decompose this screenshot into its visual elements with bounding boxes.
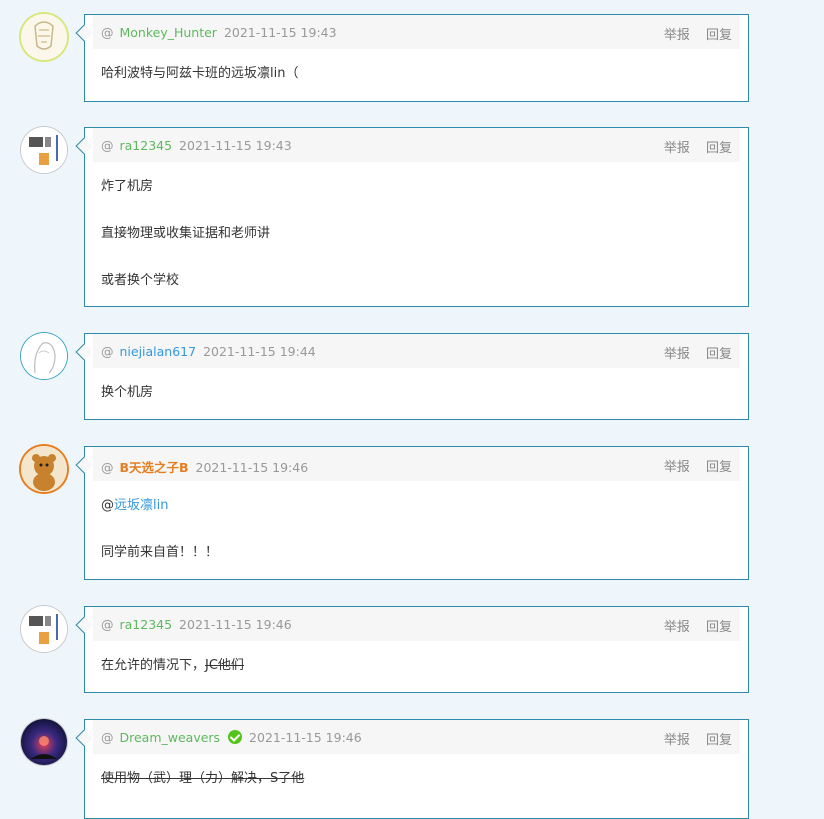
at-symbol: @ bbox=[101, 730, 114, 745]
comment-text: 直接物理或收集证据和老师讲 bbox=[101, 226, 271, 241]
comment-header: @ Dream_weavers 2021-11-15 19:46 举报 回复 bbox=[93, 720, 740, 754]
comment-actions: 举报 回复 bbox=[652, 729, 732, 748]
avatar-image bbox=[21, 127, 67, 173]
timestamp: 2021-11-15 19:46 bbox=[179, 617, 292, 632]
card-pointer bbox=[75, 137, 93, 155]
avatar-image bbox=[21, 606, 67, 652]
username-link[interactable]: Monkey_Hunter bbox=[119, 25, 216, 40]
report-link[interactable]: 举报 bbox=[664, 733, 690, 748]
avatar-image bbox=[21, 446, 67, 492]
mention-prefix: @ bbox=[101, 498, 114, 513]
avatar[interactable] bbox=[21, 606, 67, 652]
reply-link[interactable]: 回复 bbox=[706, 141, 732, 156]
comment-body: 使用物（武）理（力）解决，S了他 bbox=[85, 754, 748, 788]
comment-text-normal: 在允许的情况下， bbox=[101, 658, 206, 673]
avatar[interactable] bbox=[21, 446, 67, 492]
comment-actions: 举报 回复 bbox=[652, 616, 732, 635]
comment-text: 换个机房 bbox=[101, 385, 154, 400]
comment-body: 换个机房 bbox=[85, 368, 748, 402]
comment-text: 哈利波特与阿兹卡班的远坂凛lin（ bbox=[101, 66, 299, 81]
comment-header: @ B天选之子B 2021-11-15 19:46 举报 回复 bbox=[93, 447, 740, 481]
timestamp: 2021-11-15 19:46 bbox=[195, 460, 309, 475]
comment-card: @ B天选之子B 2021-11-15 19:46 举报 回复 @远坂凛lin … bbox=[75, 446, 749, 580]
comment-text: 炸了机房 bbox=[101, 179, 154, 194]
username-link[interactable]: ra12345 bbox=[119, 138, 172, 153]
at-symbol: @ bbox=[101, 25, 114, 40]
comment-text: 在允许的情况下，JC他们 bbox=[101, 657, 732, 675]
username-link[interactable]: B天选之子B bbox=[119, 460, 188, 475]
at-symbol: @ bbox=[101, 344, 114, 359]
timestamp: 2021-11-15 19:44 bbox=[203, 344, 316, 359]
comment-meta: @ ra12345 2021-11-15 19:46 bbox=[101, 617, 292, 632]
at-symbol: @ bbox=[101, 460, 114, 475]
comment-actions: 举报 回复 bbox=[652, 456, 732, 475]
at-symbol: @ bbox=[101, 617, 114, 632]
comment-card: @ ra12345 2021-11-15 19:46 举报 回复 在允许的情况下… bbox=[75, 606, 749, 693]
comment-actions: 举报 回复 bbox=[652, 137, 732, 156]
reply-link[interactable]: 回复 bbox=[706, 28, 732, 43]
comment-meta: @ B天选之子B 2021-11-15 19:46 bbox=[101, 457, 308, 476]
avatar-image bbox=[21, 14, 67, 60]
card-pointer bbox=[75, 729, 93, 747]
avatar[interactable] bbox=[21, 719, 67, 765]
comment-header: @ Monkey_Hunter 2021-11-15 19:43 举报 回复 bbox=[93, 15, 740, 49]
comment-card: @ Dream_weavers 2021-11-15 19:46 举报 回复 使… bbox=[75, 719, 749, 819]
avatar-image bbox=[21, 333, 67, 379]
comment-meta: @ ra12345 2021-11-15 19:43 bbox=[101, 138, 292, 153]
avatar[interactable] bbox=[21, 14, 67, 60]
card-pointer bbox=[75, 24, 93, 42]
comment-body: 在允许的情况下，JC他们 bbox=[85, 641, 748, 675]
report-link[interactable]: 举报 bbox=[664, 141, 690, 156]
comment-meta: @ Monkey_Hunter 2021-11-15 19:43 bbox=[101, 25, 337, 40]
comment-meta: @ niejialan617 2021-11-15 19:44 bbox=[101, 344, 316, 359]
report-link[interactable]: 举报 bbox=[664, 620, 690, 635]
comment-header: @ ra12345 2021-11-15 19:46 举报 回复 bbox=[93, 607, 740, 641]
comment-header: @ ra12345 2021-11-15 19:43 举报 回复 bbox=[93, 128, 740, 162]
username-link[interactable]: ra12345 bbox=[119, 617, 172, 632]
username-link[interactable]: Dream_weavers bbox=[119, 730, 220, 745]
comment-text-strikethrough: JC他们 bbox=[205, 658, 244, 673]
timestamp: 2021-11-15 19:46 bbox=[249, 730, 362, 745]
card-pointer bbox=[75, 343, 93, 361]
comment-actions: 举报 回复 bbox=[652, 24, 732, 43]
report-link[interactable]: 举报 bbox=[664, 347, 690, 362]
comment-actions: 举报 回复 bbox=[652, 343, 732, 362]
comment-body: 哈利波特与阿兹卡班的远坂凛lin（ bbox=[85, 49, 748, 83]
username-link[interactable]: niejialan617 bbox=[119, 344, 196, 359]
avatar[interactable] bbox=[21, 127, 67, 173]
comment-text: 使用物（武）理（力）解决，S了他 bbox=[101, 770, 732, 788]
comment-text-strikethrough: 使用物（武）理（力）解决，S了他 bbox=[101, 771, 305, 786]
comment-header: @ niejialan617 2021-11-15 19:44 举报 回复 bbox=[93, 334, 740, 368]
reply-link[interactable]: 回复 bbox=[706, 733, 732, 748]
card-pointer bbox=[75, 456, 93, 474]
reply-link[interactable]: 回复 bbox=[706, 460, 732, 475]
comment-body: 炸了机房 直接物理或收集证据和老师讲 或者换个学校 bbox=[85, 162, 748, 290]
timestamp: 2021-11-15 19:43 bbox=[223, 25, 337, 40]
reply-link[interactable]: 回复 bbox=[706, 347, 732, 362]
comment-card: @ Monkey_Hunter 2021-11-15 19:43 举报 回复 哈… bbox=[75, 14, 749, 102]
mention-link[interactable]: 远坂凛lin bbox=[114, 498, 168, 513]
verified-check-icon bbox=[228, 730, 243, 744]
timestamp: 2021-11-15 19:43 bbox=[179, 138, 292, 153]
comment-text: @远坂凛lin bbox=[101, 497, 732, 515]
comment-card: @ niejialan617 2021-11-15 19:44 举报 回复 换个… bbox=[75, 333, 749, 420]
card-pointer bbox=[75, 616, 93, 634]
report-link[interactable]: 举报 bbox=[664, 28, 690, 43]
comment-body: @远坂凛lin 同学前来自首！！！ bbox=[85, 481, 748, 562]
comment-text: 同学前来自首！！！ bbox=[101, 545, 219, 560]
report-link[interactable]: 举报 bbox=[664, 460, 690, 475]
reply-link[interactable]: 回复 bbox=[706, 620, 732, 635]
avatar-image bbox=[21, 719, 67, 765]
comment-meta: @ Dream_weavers 2021-11-15 19:46 bbox=[101, 730, 362, 745]
comment-text: 或者换个学校 bbox=[101, 273, 180, 288]
avatar[interactable] bbox=[21, 333, 67, 379]
at-symbol: @ bbox=[101, 138, 114, 153]
comment-card: @ ra12345 2021-11-15 19:43 举报 回复 炸了机房 直接… bbox=[75, 127, 749, 307]
